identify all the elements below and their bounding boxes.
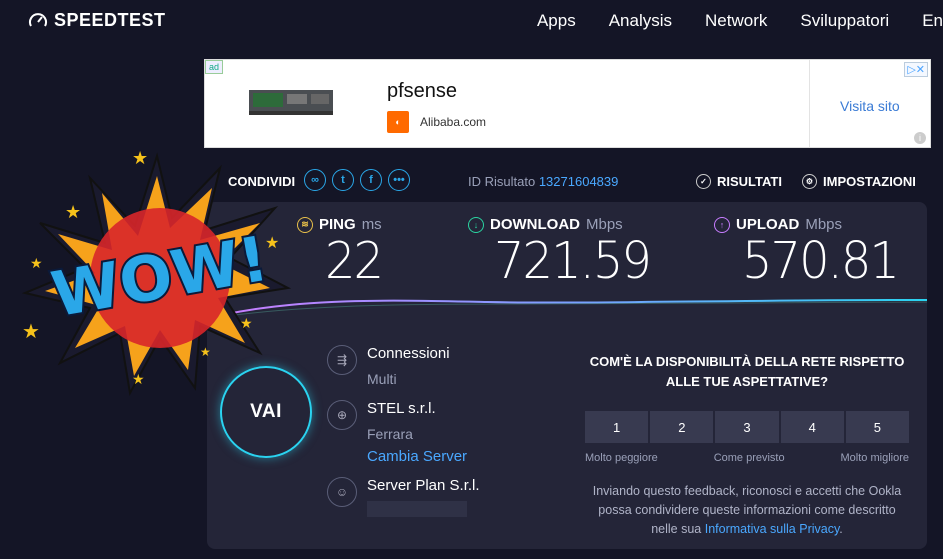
results-label: RISULTATI	[717, 174, 782, 189]
upload-metric: ↑ UPLOAD Mbps 570.81	[714, 216, 900, 291]
result-id: ID Risultato 13271604839	[468, 174, 618, 189]
upload-label: UPLOAD	[736, 216, 800, 233]
star-icon: ★	[30, 255, 43, 271]
rating-option[interactable]: 4	[780, 411, 844, 443]
notice-end: .	[839, 522, 843, 536]
top-nav: SPEEDTEST Apps Analysis Network Sviluppa…	[0, 0, 943, 42]
download-value: 721.59	[494, 231, 652, 291]
ad-info-icon[interactable]: i	[914, 132, 926, 144]
rating-option[interactable]: 2	[650, 411, 714, 443]
ad-title[interactable]: pfsense	[387, 80, 457, 103]
ping-label: PING	[319, 216, 356, 233]
rating-option[interactable]: 5	[845, 411, 910, 443]
connections-mode[interactable]: Multi	[367, 371, 397, 387]
ping-metric: ≋ PING ms 22	[297, 216, 384, 291]
upload-unit: Mbps	[805, 216, 843, 233]
more-icon[interactable]: •••	[388, 169, 410, 191]
ad-divider	[809, 60, 810, 147]
isp-name: STEL s.r.l.	[367, 400, 436, 417]
ad-close-icon[interactable]: ▷✕	[904, 62, 928, 77]
ping-icon: ≋	[297, 216, 313, 233]
feedback-survey: COM'È LA DISPONIBILITÀ DELLA RETE RISPET…	[585, 352, 910, 539]
privacy-notice: Inviando questo feedback, riconosci e ac…	[585, 482, 909, 539]
change-server-link[interactable]: Cambia Server	[367, 448, 467, 465]
rating-mid-label: Come previsto	[713, 452, 785, 464]
star-icon: ★	[240, 315, 253, 331]
alibaba-logo-icon: ◐	[387, 111, 409, 133]
link-icon[interactable]: ∞	[304, 169, 326, 191]
rating-scale: 1 2 3 4 5	[585, 411, 910, 443]
star-icon: ★	[265, 235, 279, 252]
star-icon: ★	[132, 148, 148, 168]
ad-badge: ad	[205, 60, 224, 74]
ping-value: 22	[325, 231, 384, 291]
privacy-policy-link[interactable]: Informativa sulla Privacy	[705, 522, 840, 536]
result-toolbar: CONDIVIDI ∞ t f ••• ID Risultato 1327160…	[228, 168, 928, 194]
star-icon: ★	[132, 371, 145, 387]
speedtest-logo[interactable]: SPEEDTEST	[28, 10, 166, 31]
nav-developers[interactable]: Sviluppatori	[800, 11, 889, 31]
user-icon: ☺	[327, 477, 357, 507]
nav-enterprise[interactable]: En	[922, 11, 943, 31]
ad-banner[interactable]: ad pfsense ◐ Alibaba.com Visita sito ▷✕ …	[204, 59, 931, 148]
rating-high-label: Molto migliore	[840, 452, 909, 464]
speed-graph	[227, 299, 927, 317]
connections-title: Connessioni	[367, 345, 450, 362]
ping-unit: ms	[361, 216, 382, 233]
check-icon: ✓	[696, 174, 711, 189]
wow-sticker: WOW! ★ ★ ★ ★ ★ ★ ★ ★	[21, 148, 292, 397]
ad-domain: Alibaba.com	[420, 115, 487, 129]
nav-analysis[interactable]: Analysis	[609, 11, 672, 31]
star-icon: ★	[65, 202, 81, 222]
ad-visit-button[interactable]: Visita sito	[840, 98, 900, 114]
rating-option[interactable]: 3	[715, 411, 779, 443]
star-icon: ★	[22, 321, 40, 343]
result-id-label: ID Risultato	[468, 174, 536, 189]
result-id-link[interactable]: 13271604839	[539, 174, 619, 189]
gauge-icon	[29, 12, 47, 26]
settings-label: IMPOSTAZIONI	[823, 174, 916, 189]
globe-icon: ⊕	[327, 400, 357, 430]
survey-question: COM'È LA DISPONIBILITÀ DELLA RETE RISPET…	[589, 354, 905, 389]
result-panel: ≋ PING ms 22 ↓ DOWNLOAD Mbps 721.59 ↑ UP…	[207, 202, 927, 549]
download-label: DOWNLOAD	[490, 216, 580, 233]
isp-location: Ferrara	[367, 426, 413, 442]
download-arrow-icon: ↓	[468, 216, 484, 233]
results-button[interactable]: ✓ RISULTATI	[696, 174, 782, 189]
rating-option[interactable]: 1	[585, 411, 649, 443]
upload-arrow-icon: ↑	[714, 216, 730, 233]
host-name: Server Plan S.r.l.	[367, 477, 480, 494]
facebook-icon[interactable]: f	[360, 169, 382, 191]
rating-low-label: Molto peggiore	[585, 452, 658, 464]
gear-icon: ⚙	[802, 174, 817, 189]
settings-button[interactable]: ⚙ IMPOSTAZIONI	[802, 174, 916, 189]
twitter-icon[interactable]: t	[332, 169, 354, 191]
upload-value: 570.81	[742, 231, 900, 291]
nav-network[interactable]: Network	[705, 11, 767, 31]
ad-product-image	[249, 90, 333, 115]
nav-apps[interactable]: Apps	[537, 11, 576, 31]
download-unit: Mbps	[586, 216, 623, 233]
connections-icon: ⇶	[327, 345, 357, 375]
logo-text: SPEEDTEST	[54, 10, 166, 30]
redacted-text	[367, 501, 467, 517]
download-metric: ↓ DOWNLOAD Mbps 721.59	[468, 216, 652, 291]
star-icon: ★	[200, 345, 211, 359]
